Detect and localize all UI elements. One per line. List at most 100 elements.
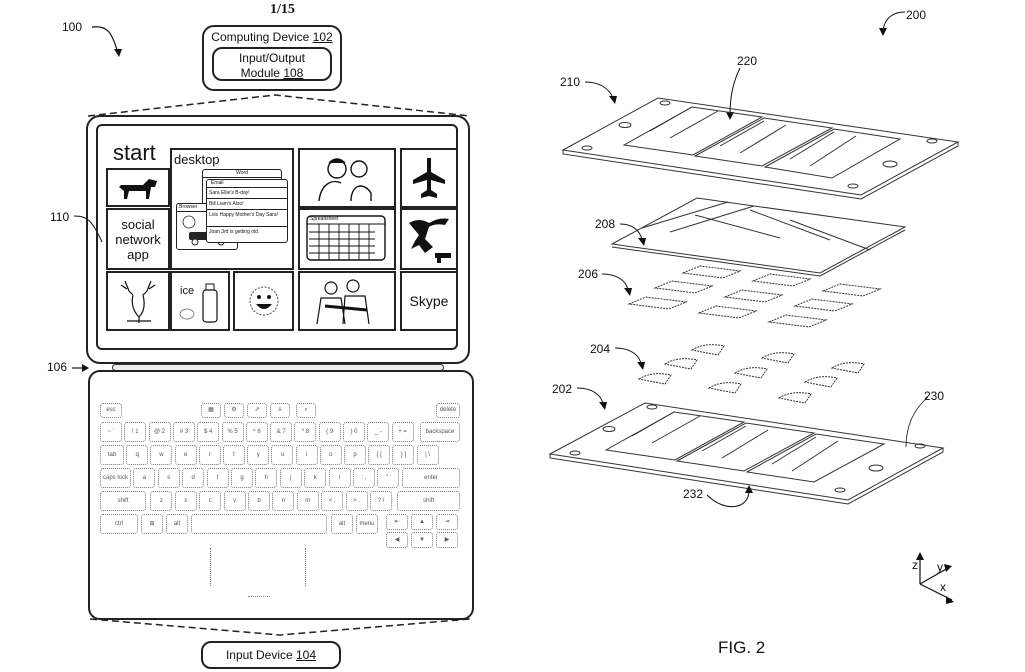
key-fn[interactable]: ⚙ [224,403,244,418]
email-msg: 3rd is getting old. [221,229,260,235]
email-row[interactable]: Lois Happy Mother's Day Sara! [207,210,287,227]
key-fn[interactable]: ⇗ [247,403,267,418]
key[interactable]: | \ [416,445,439,465]
key-nav[interactable]: ⇥ [436,514,458,530]
email-window[interactable]: Email Sara Ellie's B-day! Bill Liam's Al… [206,179,288,243]
key[interactable]: g [231,468,253,488]
key[interactable]: k [304,468,327,488]
family-tile[interactable] [298,148,396,208]
key[interactable]: < , [321,491,344,511]
key-ctrl[interactable]: ctrl [100,514,138,534]
key-windows[interactable]: ⊞ [141,514,163,534]
key[interactable]: r [198,445,221,465]
io-module-num: 108 [283,66,304,80]
computing-device-box: Computing Device 102 Input/Output Module… [202,25,342,91]
layer-204 [637,344,865,404]
key-nav[interactable]: ◀ [386,532,408,548]
key[interactable]: u [271,445,294,465]
sheet-number: 1/15 [270,2,295,17]
email-row[interactable]: Bill Liam's Also! [207,199,287,210]
key[interactable]: + = [391,422,414,442]
key[interactable]: w [150,445,173,465]
airplane-tile[interactable] [400,148,456,208]
key-fn[interactable]: ⌕ [296,403,316,418]
key[interactable]: j [279,468,302,488]
key[interactable]: h [255,468,278,488]
key[interactable]: > . [345,491,368,511]
key-shift-right[interactable]: shift [397,491,460,511]
key[interactable]: # 3 [172,422,195,442]
group-tile[interactable] [298,271,396,331]
key[interactable]: n [272,491,295,511]
social-network-app-tile[interactable]: social network app [106,208,170,270]
key[interactable]: i [295,445,318,465]
key-nav[interactable]: ⇤ [386,514,408,530]
key[interactable]: q [126,445,149,465]
monkey-tile[interactable] [400,208,456,270]
key[interactable]: c [199,491,222,511]
axis-triad [916,552,954,604]
key[interactable]: z [150,491,173,511]
key-alt-left[interactable]: alt [166,514,188,534]
key[interactable]: } ] [392,445,415,465]
key[interactable]: ~ ` [100,422,122,442]
key-fn[interactable]: ⅄ [270,403,290,418]
email-row[interactable]: Joan 3rd is getting old. [207,227,287,237]
key[interactable]: ! 1 [124,422,147,442]
key[interactable]: s [157,468,180,488]
key[interactable]: f [206,468,229,488]
desktop-tile[interactable]: desktop Word Browser Email Sara Ellie's … [170,148,294,270]
io-module-label: Input/Output [238,51,306,65]
key[interactable]: b [248,491,270,511]
key-alt-right[interactable]: alt [331,514,353,534]
key[interactable]: d [182,468,205,488]
key-nav[interactable]: ▼ [411,532,433,548]
key[interactable]: t [223,445,245,465]
key-caps-lock[interactable]: caps lock [100,468,131,488]
key[interactable]: ( 9 [318,422,341,442]
spreadsheet-tile[interactable]: Spreadsheet [298,208,396,270]
sun-tile[interactable] [233,271,294,331]
key-tab[interactable]: tab [100,445,124,465]
key[interactable]: " ' [377,468,400,488]
key[interactable]: % 5 [221,422,244,442]
ref-204: 204 [590,342,611,356]
key-esc[interactable]: esc [100,403,122,418]
key[interactable]: a [133,468,156,488]
key[interactable]: $ 4 [197,422,220,442]
deer-tile[interactable] [106,271,170,331]
key[interactable]: m [296,491,319,511]
key[interactable]: ) 0 [343,422,365,442]
drink-tile[interactable]: ice [170,271,230,331]
key-backspace[interactable]: backspace [420,422,460,442]
key[interactable]: ? / [370,491,392,511]
key[interactable]: _ - [367,422,390,442]
key[interactable]: p [344,445,366,465]
key-menu[interactable]: menu [356,514,378,534]
key-space[interactable] [191,514,327,534]
trackpad[interactable] [210,548,306,586]
key[interactable]: ^ 6 [245,422,268,442]
key-nav[interactable]: ▲ [411,514,433,530]
key[interactable]: { [ [368,445,391,465]
key[interactable]: v [223,491,246,511]
dog-tile[interactable] [106,168,170,207]
key-nav[interactable]: ▶ [436,532,458,548]
key[interactable]: o [319,445,342,465]
key-fn[interactable]: ▦ [201,403,221,418]
key[interactable]: x [174,491,197,511]
key-shift-left[interactable]: shift [100,491,146,511]
key[interactable]: l [328,468,351,488]
key-delete[interactable]: delete [436,403,460,418]
key[interactable]: & 7 [270,422,293,442]
key[interactable]: e [174,445,197,465]
key[interactable]: y [247,445,270,465]
key[interactable]: @ 2 [148,422,171,442]
key[interactable]: * 8 [294,422,317,442]
email-row[interactable]: Sara Ellie's B-day! [207,188,287,199]
key-enter[interactable]: enter [402,468,460,488]
key[interactable]: : ; [353,468,375,488]
trackpad-button[interactable] [248,596,270,601]
skype-tile[interactable]: Skype [400,271,456,331]
axis-y-label: y [937,560,943,574]
